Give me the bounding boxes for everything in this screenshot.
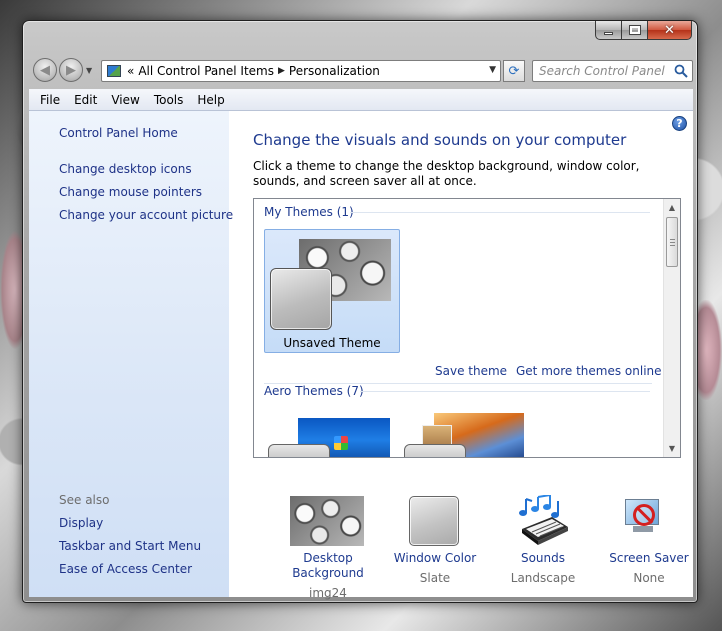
- screen-saver-value: None: [633, 571, 665, 585]
- maximize-button[interactable]: [622, 21, 648, 40]
- vertical-scrollbar[interactable]: ▲ ▼: [663, 199, 680, 457]
- scrollbar-grip: [670, 242, 675, 243]
- task-pane: Control Panel Home Change desktop icons …: [29, 111, 233, 597]
- close-icon: ✕: [664, 22, 675, 38]
- change-desktop-icons-link[interactable]: Change desktop icons: [59, 162, 192, 176]
- aero-themes-header[interactable]: Aero Themes (7): [264, 384, 364, 398]
- get-more-themes-link[interactable]: Get more themes online: [516, 364, 662, 378]
- search-input[interactable]: Search Control Panel: [532, 60, 693, 82]
- forward-button[interactable]: ▶: [59, 58, 83, 82]
- unsaved-theme-tile[interactable]: Unsaved Theme: [264, 229, 400, 353]
- address-dropdown-icon[interactable]: ▼: [489, 65, 496, 75]
- theme-color-thumbnail: [270, 268, 332, 330]
- window-color-label[interactable]: Window Color: [380, 551, 490, 566]
- page-title: Change the visuals and sounds on your co…: [253, 131, 627, 149]
- breadcrumb-personalization[interactable]: Personalization: [289, 64, 380, 78]
- breadcrumb-all-control-panel-items[interactable]: All Control Panel Items: [138, 64, 274, 78]
- ease-of-access-link[interactable]: Ease of Access Center: [59, 562, 192, 576]
- maximize-icon: [628, 25, 641, 35]
- sounds-item[interactable]: Sounds Landscape: [488, 551, 598, 585]
- no-symbol-icon: [633, 504, 655, 526]
- group-divider: [350, 212, 650, 213]
- menu-view[interactable]: View: [104, 93, 146, 107]
- scroll-up-icon[interactable]: ▲: [664, 199, 680, 216]
- windows-logo-icon: [334, 436, 348, 450]
- desktop-background-item[interactable]: Desktop Background img24: [273, 551, 383, 600]
- back-arrow-icon: ◀: [40, 62, 50, 78]
- screen-saver-item[interactable]: Screen Saver None: [594, 551, 697, 585]
- unsaved-theme-label: Unsaved Theme: [283, 336, 381, 350]
- my-themes-header[interactable]: My Themes (1): [264, 205, 354, 219]
- desktop-background-label[interactable]: Desktop Background: [273, 551, 383, 581]
- see-also-label: See also: [59, 493, 110, 507]
- change-account-picture-link[interactable]: Change your account picture: [59, 208, 233, 222]
- address-bar[interactable]: « All Control Panel Items ▶ Personalizat…: [101, 60, 501, 82]
- desktop-background-icon[interactable]: [290, 496, 364, 546]
- refresh-icon: ⟳: [508, 63, 520, 79]
- scrollbar-grip: [670, 245, 675, 246]
- breadcrumb-overflow[interactable]: «: [127, 64, 134, 78]
- minimize-icon: [604, 31, 613, 35]
- breadcrumb-separator-icon[interactable]: ▶: [278, 66, 285, 76]
- window-color-icon[interactable]: [409, 496, 459, 546]
- recent-pages-dropdown[interactable]: ▼: [86, 66, 92, 75]
- search-placeholder: Search Control Panel: [539, 64, 665, 78]
- menu-tools[interactable]: Tools: [147, 93, 191, 107]
- menu-help[interactable]: Help: [190, 93, 231, 107]
- group-divider: [360, 391, 650, 392]
- scrollbar-thumb[interactable]: [666, 217, 678, 267]
- scroll-down-icon[interactable]: ▼: [664, 440, 680, 457]
- search-icon[interactable]: [673, 63, 689, 79]
- taskbar-start-menu-link[interactable]: Taskbar and Start Menu: [59, 539, 201, 553]
- forward-arrow-icon: ▶: [66, 62, 76, 78]
- theme-color-thumbnail: [268, 444, 330, 457]
- content-area: Control Panel Home Change desktop icons …: [29, 111, 693, 600]
- navigation-bar: ◀ ▶ ▼ « All Control Panel Items ▶ Person…: [29, 55, 693, 87]
- theme-color-thumbnail: [404, 444, 466, 457]
- display-link[interactable]: Display: [59, 516, 103, 530]
- control-panel-icon: [107, 65, 121, 77]
- close-button[interactable]: ✕: [648, 21, 692, 40]
- back-button[interactable]: ◀: [33, 58, 57, 82]
- save-theme-link[interactable]: Save theme: [435, 364, 507, 378]
- control-panel-home-link[interactable]: Control Panel Home: [59, 126, 178, 140]
- window-color-value: Slate: [419, 571, 451, 585]
- screen-saver-label[interactable]: Screen Saver: [594, 551, 697, 566]
- menu-file[interactable]: File: [33, 93, 67, 107]
- themes-list: My Themes (1) Unsaved Theme Save theme G…: [253, 198, 681, 458]
- menu-edit[interactable]: Edit: [67, 93, 104, 107]
- personalization-window: ✕ ◀ ▶ ▼ « All Control Panel Items ▶ Pers…: [22, 20, 698, 603]
- caption-buttons: ✕: [595, 21, 692, 40]
- page-description: Click a theme to change the desktop back…: [253, 159, 640, 188]
- sounds-value: Landscape: [510, 571, 576, 585]
- change-mouse-pointers-link[interactable]: Change mouse pointers: [59, 185, 202, 199]
- scrollbar-grip: [670, 239, 675, 240]
- screen-saver-icon-base: [633, 526, 653, 532]
- menu-bar: File Edit View Tools Help: [29, 89, 693, 111]
- refresh-button[interactable]: ⟳: [503, 60, 525, 82]
- sounds-label[interactable]: Sounds: [488, 551, 598, 566]
- help-icon[interactable]: ?: [672, 116, 687, 131]
- desktop-background-value: img24: [309, 586, 347, 600]
- window-color-item[interactable]: Window Color Slate: [380, 551, 490, 585]
- sounds-icon[interactable]: [516, 494, 570, 547]
- minimize-button[interactable]: [595, 21, 622, 40]
